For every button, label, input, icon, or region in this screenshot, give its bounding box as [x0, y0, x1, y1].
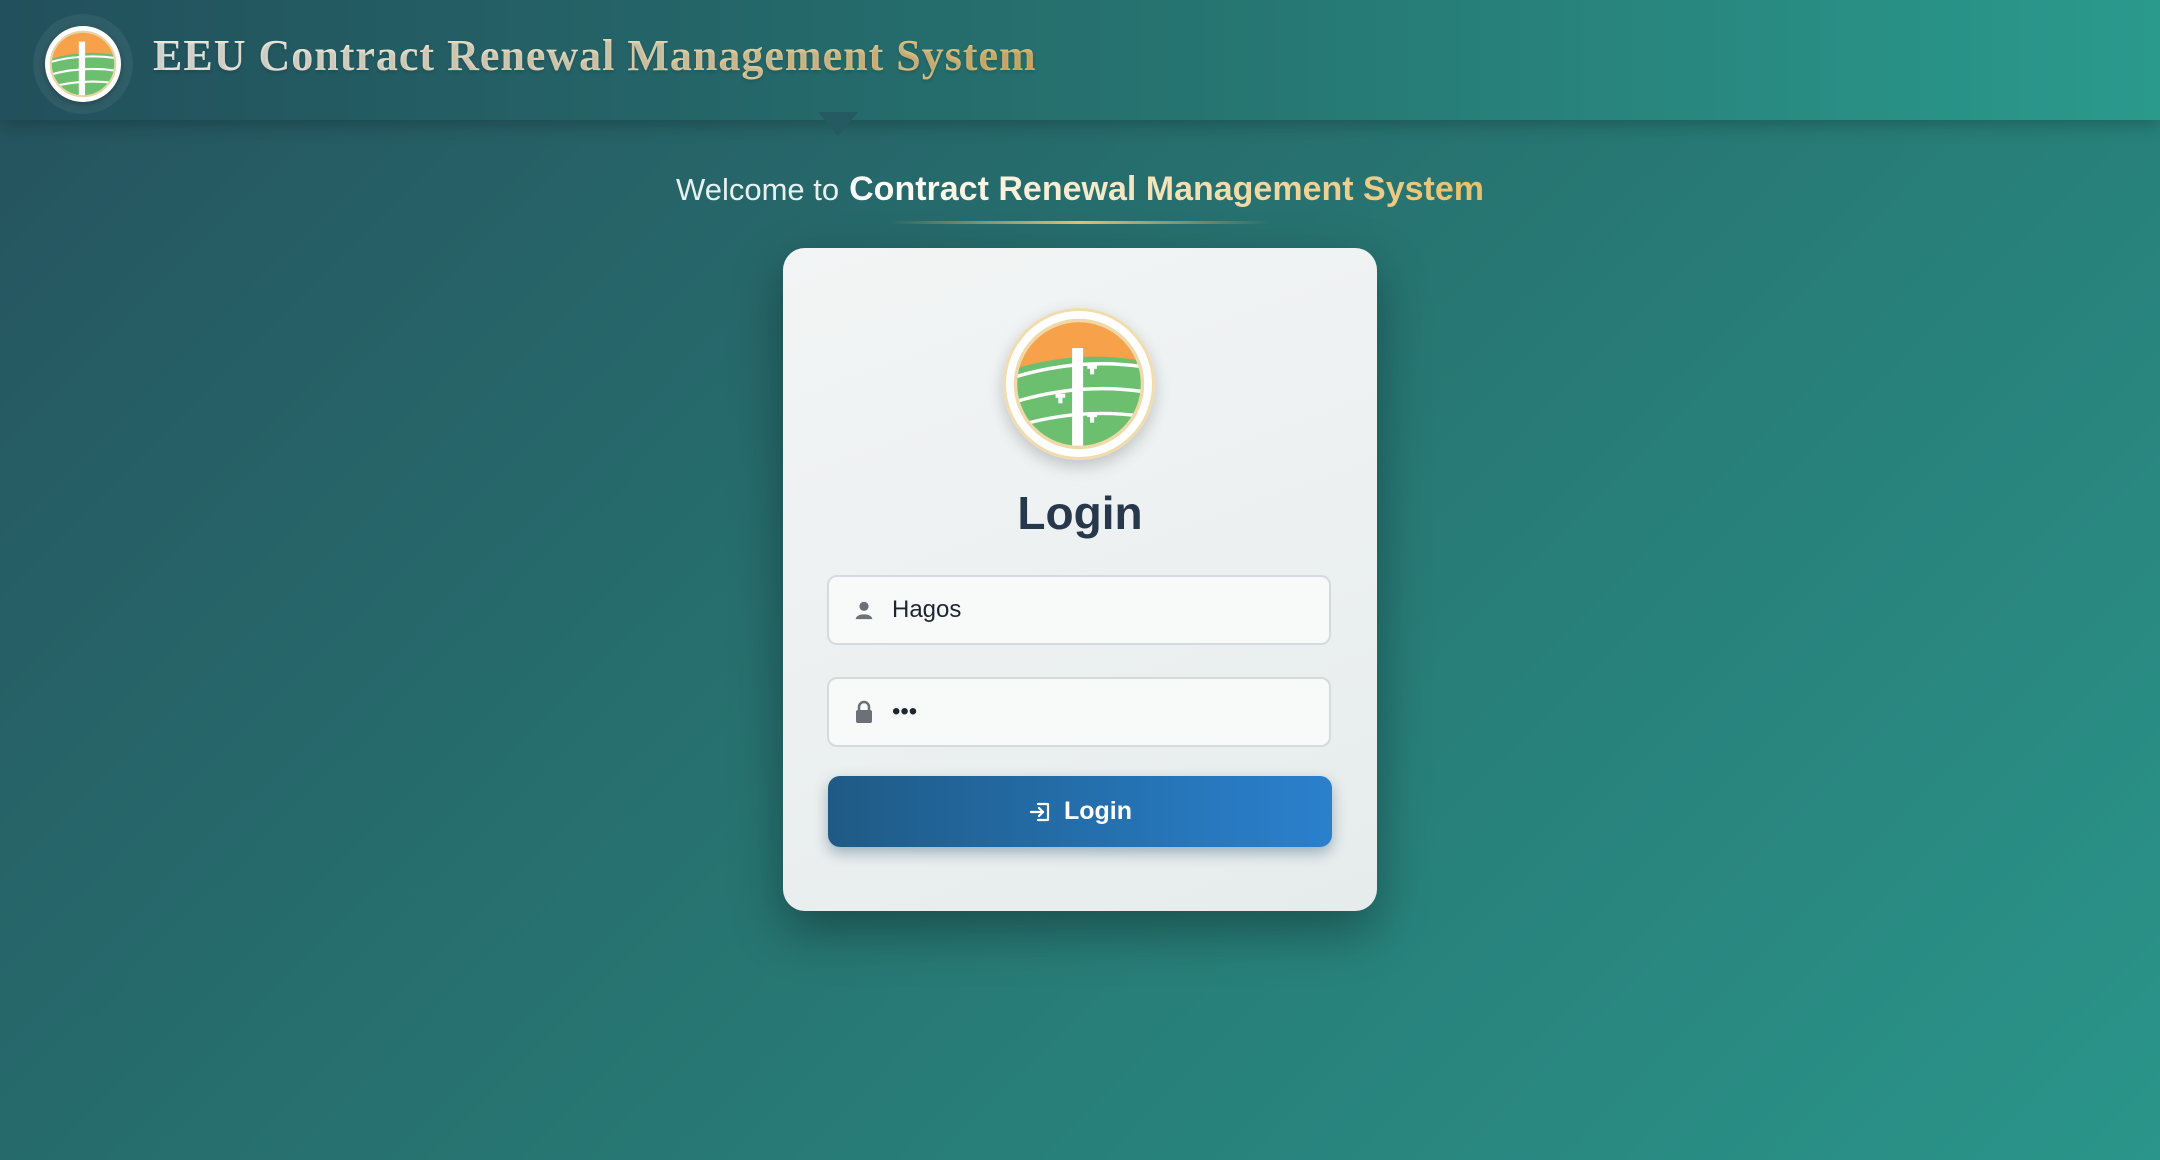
username-input[interactable]	[890, 595, 1314, 625]
header-notch	[818, 112, 858, 136]
login-title: Login	[1017, 487, 1143, 539]
password-input[interactable]	[890, 697, 1314, 727]
welcome-system-name: Contract Renewal Management System	[849, 170, 1484, 208]
sign-in-icon	[1028, 800, 1052, 824]
eeu-logo-icon	[49, 30, 117, 98]
header-logo	[33, 14, 133, 114]
app-title: EEU Contract Renewal Management System	[153, 31, 1037, 80]
username-field[interactable]	[827, 575, 1331, 645]
login-card: Login Login	[783, 248, 1377, 911]
eeu-logo-icon	[1013, 318, 1145, 450]
password-field[interactable]	[827, 677, 1331, 747]
card-logo	[1003, 308, 1155, 460]
login-button-label: Login	[1063, 797, 1133, 825]
lock-icon	[852, 700, 876, 724]
user-icon	[852, 598, 876, 622]
app-header: EEU Contract Renewal Management System	[0, 0, 2160, 120]
welcome-prefix: Welcome to	[676, 172, 840, 207]
welcome-heading: Welcome to Contract Renewal Management Sy…	[0, 170, 2160, 209]
welcome-underline	[890, 221, 1270, 224]
login-button[interactable]: Login	[828, 776, 1332, 847]
